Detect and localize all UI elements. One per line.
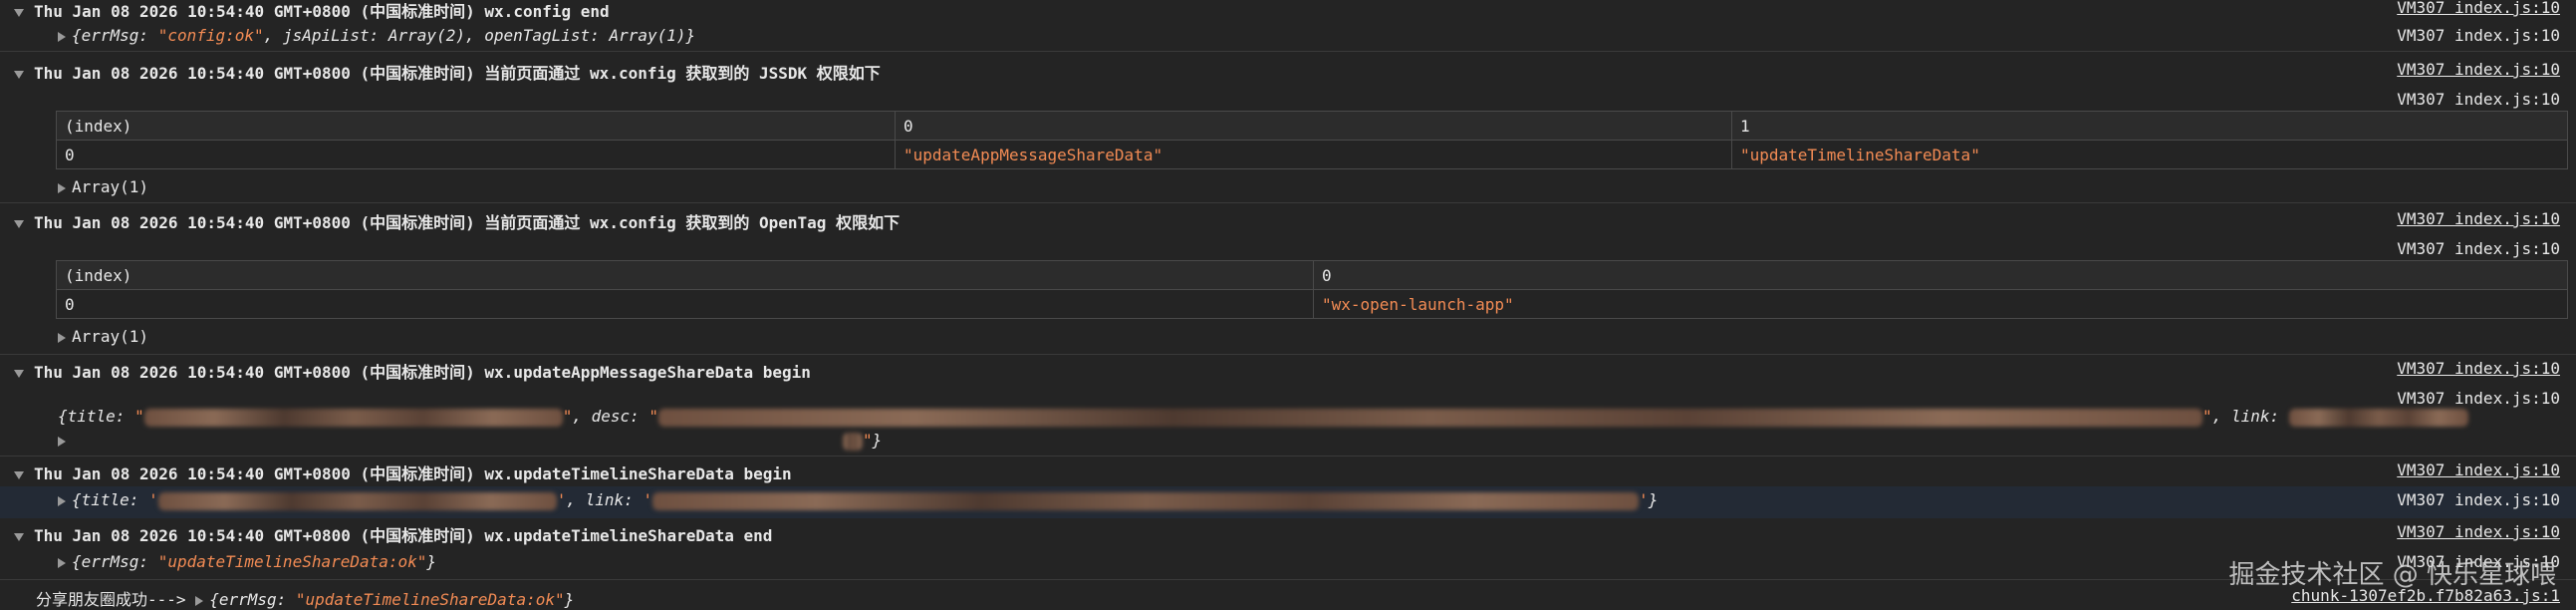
log-object-continuation: "} [58, 431, 882, 451]
log-group-header[interactable]: Thu Jan 08 2026 10:54:40 GMT+0800 (中国标准时… [14, 359, 811, 383]
log-object[interactable]: {title: ' ', link: ' '} [58, 490, 1658, 510]
source-link[interactable]: VM307 index.js:10 [2397, 490, 2560, 509]
table-index-cell: 0 [56, 289, 1314, 319]
expand-arrow-icon[interactable] [58, 495, 66, 506]
table-index-cell: 0 [56, 140, 896, 169]
log-config-end: Thu Jan 08 2026 10:54:40 GMT+0800 (中国标准时… [0, 0, 2576, 52]
log-header-text: Thu Jan 08 2026 10:54:40 GMT+0800 (中国标准时… [34, 2, 610, 21]
log-header-text: Thu Jan 08 2026 10:54:40 GMT+0800 (中国标准时… [34, 363, 811, 382]
table-cell: "updateTimelineShareData" [1731, 140, 2568, 169]
log-header-text: Thu Jan 08 2026 10:54:40 GMT+0800 (中国标准时… [34, 464, 792, 483]
collapse-arrow-icon[interactable] [14, 219, 24, 228]
source-link[interactable]: VM307 index.js:10 [2397, 60, 2560, 79]
log-object[interactable]: {errMsg: "updateTimelineShareData:ok"} [195, 590, 574, 609]
redacted-text [843, 432, 863, 451]
watermark: 掘金技术社区 @ 快乐星球喂 [2228, 560, 2556, 590]
array-toggle[interactable]: Array(1) [58, 177, 148, 196]
log-object[interactable]: {title: " ", desc: " ", link: [58, 407, 2468, 427]
source-link[interactable]: VM307 index.js:10 [2397, 239, 2560, 258]
log-group-header[interactable]: Thu Jan 08 2026 10:54:40 GMT+0800 (中国标准时… [14, 60, 881, 84]
log-header-text: Thu Jan 08 2026 10:54:40 GMT+0800 (中国标准时… [34, 526, 773, 545]
log-app-message-begin: Thu Jan 08 2026 10:54:40 GMT+0800 (中国标准时… [0, 355, 2576, 457]
redacted-text [157, 491, 557, 510]
source-link[interactable]: VM307 index.js:10 [2397, 209, 2560, 228]
array-toggle[interactable]: Array(1) [58, 327, 148, 346]
collapse-arrow-icon[interactable] [14, 470, 24, 479]
table-cell: "updateAppMessageShareData" [895, 140, 1732, 169]
expand-arrow-icon[interactable] [58, 332, 66, 343]
redacted-text [658, 408, 2203, 427]
source-link[interactable]: VM307 index.js:10 [2397, 522, 2560, 541]
log-object[interactable]: {errMsg: "config:ok", jsApiList: Array(2… [58, 26, 695, 45]
log-header-text: Thu Jan 08 2026 10:54:40 GMT+0800 (中国标准时… [34, 213, 901, 232]
table-header-cell: (index) [56, 111, 896, 141]
redacted-text [2288, 408, 2468, 427]
table-header-cell: 0 [895, 111, 1732, 141]
expand-arrow-icon[interactable] [58, 182, 66, 193]
redacted-text [143, 408, 563, 427]
source-link[interactable]: VM307 index.js:10 [2397, 359, 2560, 378]
log-jssdk: Thu Jan 08 2026 10:54:40 GMT+0800 (中国标准时… [0, 54, 2576, 203]
console-table: (index) 0 1 0 "updateAppMessageShareData… [56, 111, 2568, 169]
expand-arrow-icon[interactable] [58, 31, 66, 42]
source-link[interactable]: VM307 index.js:10 [2397, 90, 2560, 109]
log-message: 分享朋友圈成功---> {errMsg: "updateTimelineShar… [36, 590, 575, 609]
redacted-text [652, 491, 1640, 510]
collapse-arrow-icon[interactable] [14, 70, 24, 79]
table-cell: "wx-open-launch-app" [1313, 289, 2568, 319]
log-group-header[interactable]: Thu Jan 08 2026 10:54:40 GMT+0800 (中国标准时… [14, 209, 900, 233]
table-header-cell: (index) [56, 260, 1314, 290]
source-link[interactable]: VM307 index.js:10 [2397, 0, 2560, 17]
expand-arrow-icon[interactable] [58, 557, 66, 568]
expand-arrow-icon[interactable] [58, 436, 66, 447]
table-header-cell: 0 [1313, 260, 2568, 290]
collapse-arrow-icon[interactable] [14, 8, 24, 17]
expand-arrow-icon[interactable] [195, 595, 204, 606]
log-share-success: 分享朋友圈成功---> {errMsg: "updateTimelineShar… [0, 580, 2576, 610]
table-header-cell: 1 [1731, 111, 2568, 141]
log-group-header[interactable]: Thu Jan 08 2026 10:54:40 GMT+0800 (中国标准时… [14, 522, 772, 546]
log-group-header[interactable]: Thu Jan 08 2026 10:54:40 GMT+0800 (中国标准时… [14, 0, 610, 22]
log-timeline-begin: Thu Jan 08 2026 10:54:40 GMT+0800 (中国标准时… [0, 457, 2576, 518]
log-timeline-end: Thu Jan 08 2026 10:54:40 GMT+0800 (中国标准时… [0, 518, 2576, 580]
log-opentag: Thu Jan 08 2026 10:54:40 GMT+0800 (中国标准时… [0, 203, 2576, 355]
source-link[interactable]: VM307 index.js:10 [2397, 26, 2560, 45]
console-table: (index) 0 0 "wx-open-launch-app" [56, 260, 2568, 319]
log-object[interactable]: {errMsg: "updateTimelineShareData:ok"} [58, 552, 436, 571]
log-group-header[interactable]: Thu Jan 08 2026 10:54:40 GMT+0800 (中国标准时… [14, 460, 792, 484]
collapse-arrow-icon[interactable] [14, 369, 24, 378]
source-link[interactable]: VM307 index.js:10 [2397, 460, 2560, 479]
log-header-text: Thu Jan 08 2026 10:54:40 GMT+0800 (中国标准时… [34, 64, 881, 83]
collapse-arrow-icon[interactable] [14, 532, 24, 541]
source-link[interactable]: VM307 index.js:10 [2397, 389, 2560, 408]
